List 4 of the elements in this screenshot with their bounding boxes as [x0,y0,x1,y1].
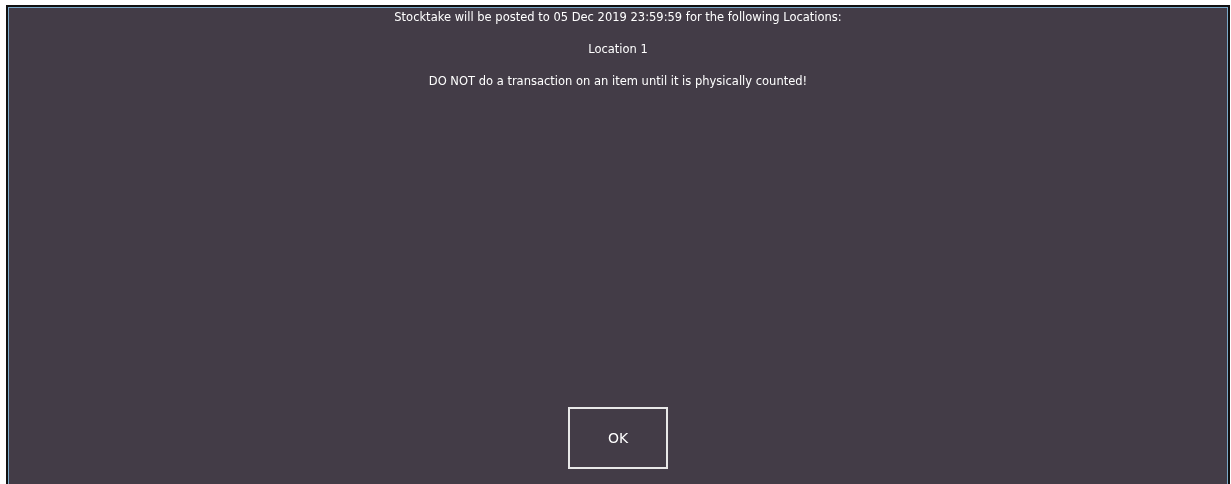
message-text: Location 1 [588,41,648,57]
ok-button[interactable]: OK [568,407,668,469]
message-text: DO NOT do a transaction on an item until it is physically counted! [428,73,808,89]
message-text: Stocktake will be posted to 05 Dec 2019 23:59:59 for the following Locations: [394,9,842,25]
